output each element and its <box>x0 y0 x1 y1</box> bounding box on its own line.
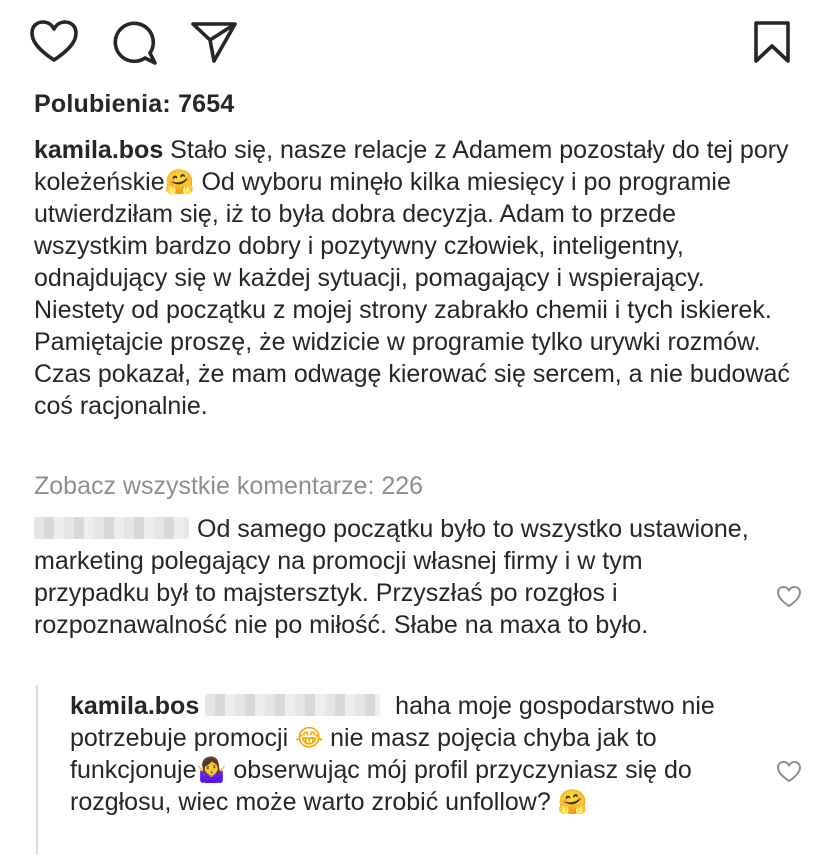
reply-username[interactable]: kamila.bos <box>70 692 199 720</box>
heart-icon[interactable] <box>30 20 78 64</box>
laughing-face-emoji-icon: 😂 <box>295 724 324 752</box>
comment-like-heart-icon[interactable] <box>776 585 802 614</box>
caption-text-part2: Od wyboru minęło kilka miesięcy i po pro… <box>34 168 790 420</box>
paper-plane-icon[interactable] <box>190 20 238 64</box>
woman-shrugging-emoji-icon: 🤷‍♀️ <box>196 756 227 784</box>
reply-thread-line <box>36 685 38 855</box>
bookmark-icon[interactable] <box>752 20 792 64</box>
likes-count[interactable]: Polubienia: 7654 <box>34 90 235 119</box>
comment-item: Od samego początku było to wszystko usta… <box>34 513 749 641</box>
reply-item: kamila.bos haha moje gospodarstwo nie po… <box>70 690 760 818</box>
blurred-username <box>34 517 189 539</box>
blurred-mention <box>205 694 381 716</box>
hugging-face-emoji-icon: 🤗 <box>557 788 588 816</box>
post-action-bar <box>0 0 817 80</box>
hugging-face-emoji-icon: 🤗 <box>164 168 195 196</box>
post-caption: kamila.bos Stało się, nasze relacje z Ad… <box>34 134 794 422</box>
caption-username[interactable]: kamila.bos <box>34 136 163 164</box>
reply-like-heart-icon[interactable] <box>776 760 802 789</box>
comment-bubble-icon[interactable] <box>112 20 158 66</box>
view-all-comments-link[interactable]: Zobacz wszystkie komentarze: 226 <box>34 472 423 501</box>
